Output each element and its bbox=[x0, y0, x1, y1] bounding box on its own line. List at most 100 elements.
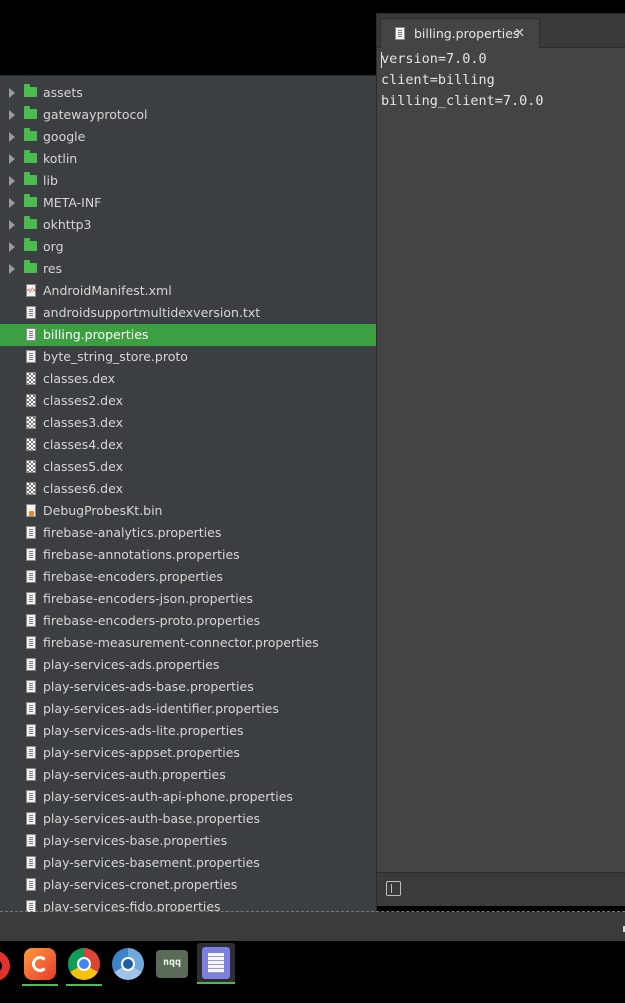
folder-icon bbox=[24, 106, 37, 119]
tree-file-row[interactable]: play-services-auth-api-phone.properties bbox=[0, 786, 376, 808]
tree-file-row[interactable]: AndroidManifest.xml bbox=[0, 280, 376, 302]
expand-arrow-icon[interactable] bbox=[9, 154, 15, 164]
tree-file-row[interactable]: play-services-auth.properties bbox=[0, 764, 376, 786]
tree-item-label: play-services-ads-lite.properties bbox=[43, 723, 244, 738]
folder-icon bbox=[24, 84, 37, 97]
tree-folder-row[interactable]: META-INF bbox=[0, 192, 376, 214]
file-tree-list: assets gatewayprotocol google kotlin lib META… bbox=[0, 82, 376, 912]
tree-item-label: firebase-encoders-proto.properties bbox=[43, 613, 261, 628]
tree-file-row[interactable]: play-services-basement.properties bbox=[0, 852, 376, 874]
tree-item-label: play-services-auth.properties bbox=[43, 767, 226, 782]
folder-icon bbox=[24, 150, 37, 163]
text-file-icon bbox=[26, 768, 36, 781]
tree-file-row[interactable]: play-services-ads-lite.properties bbox=[0, 720, 376, 742]
side-panel-toggle-icon[interactable] bbox=[386, 881, 401, 896]
tree-item-label: AndroidManifest.xml bbox=[43, 283, 172, 298]
chrome-icon[interactable] bbox=[66, 946, 102, 986]
code-line: version=7.0.0 bbox=[381, 51, 487, 67]
tree-file-row[interactable]: classes2.dex bbox=[0, 390, 376, 412]
tree-file-row[interactable]: firebase-encoders-proto.properties bbox=[0, 610, 376, 632]
tree-file-row[interactable]: play-services-fido.properties bbox=[0, 896, 376, 912]
tree-file-row[interactable]: play-services-cronet.properties bbox=[0, 874, 376, 896]
partial-app-icon[interactable] bbox=[0, 951, 10, 981]
tree-file-row[interactable]: firebase-measurement-connector.propertie… bbox=[0, 632, 376, 654]
folder-icon bbox=[24, 216, 37, 229]
tree-item-label: androidsupportmultidexversion.txt bbox=[43, 305, 261, 320]
tab-close-icon[interactable]: ✕ bbox=[514, 19, 525, 48]
tree-folder-row[interactable]: lib bbox=[0, 170, 376, 192]
folder-icon bbox=[24, 260, 37, 273]
tree-file-row[interactable]: play-services-ads-identifier.properties bbox=[0, 698, 376, 720]
tree-folder-row[interactable]: assets bbox=[0, 82, 376, 104]
expand-arrow-icon[interactable] bbox=[9, 198, 15, 208]
text-file-icon bbox=[26, 306, 36, 319]
tree-folder-row[interactable]: okhttp3 bbox=[0, 214, 376, 236]
expand-arrow-icon[interactable] bbox=[9, 132, 15, 142]
tree-file-row[interactable]: classes.dex bbox=[0, 368, 376, 390]
expand-arrow-icon[interactable] bbox=[9, 242, 15, 252]
tree-item-label: gatewayprotocol bbox=[43, 107, 148, 122]
tree-item-label: play-services-cronet.properties bbox=[43, 877, 238, 892]
tree-file-row[interactable]: play-services-appset.properties bbox=[0, 742, 376, 764]
expand-arrow-icon[interactable] bbox=[9, 220, 15, 230]
code-editor[interactable]: version=7.0.0 client=billing billing_cli… bbox=[381, 49, 625, 112]
tree-file-row[interactable]: billing.properties bbox=[0, 324, 376, 346]
expand-arrow-icon[interactable] bbox=[9, 88, 15, 98]
tab-billing-properties[interactable]: billing.properties ✕ bbox=[380, 18, 540, 48]
tree-file-row[interactable]: play-services-base.properties bbox=[0, 830, 376, 852]
tree-file-row[interactable]: firebase-encoders-json.properties bbox=[0, 588, 376, 610]
tree-item-label: classes4.dex bbox=[43, 437, 123, 452]
tree-folder-row[interactable]: google bbox=[0, 126, 376, 148]
firefox-icon[interactable] bbox=[22, 946, 58, 986]
notepadqq-icon[interactable]: nqq bbox=[154, 946, 190, 982]
tree-file-row[interactable]: byte_string_store.proto bbox=[0, 346, 376, 368]
dex-file-icon bbox=[26, 416, 36, 429]
expand-arrow-icon[interactable] bbox=[9, 110, 15, 120]
tree-item-label: lib bbox=[43, 173, 58, 188]
tree-folder-row[interactable]: kotlin bbox=[0, 148, 376, 170]
tree-file-row[interactable]: firebase-annotations.properties bbox=[0, 544, 376, 566]
tree-item-label: okhttp3 bbox=[43, 217, 92, 232]
tree-item-label: classes5.dex bbox=[43, 459, 123, 474]
dex-file-icon bbox=[26, 438, 36, 451]
text-editor-icon[interactable] bbox=[197, 943, 235, 984]
tree-file-row[interactable]: classes3.dex bbox=[0, 412, 376, 434]
expand-arrow-icon[interactable] bbox=[9, 264, 15, 274]
tree-file-row[interactable]: play-services-ads.properties bbox=[0, 654, 376, 676]
bottom-strip bbox=[0, 912, 625, 941]
tree-item-label: firebase-encoders.properties bbox=[43, 569, 223, 584]
tab-bar: billing.properties ✕ bbox=[377, 14, 625, 48]
tree-file-row[interactable]: classes6.dex bbox=[0, 478, 376, 500]
editor-status-bar bbox=[377, 872, 625, 906]
chrome-glyph-icon bbox=[68, 948, 100, 980]
tree-item-label: play-services-ads.properties bbox=[43, 657, 220, 672]
text-editor-glyph-icon bbox=[202, 947, 230, 979]
expand-arrow-icon[interactable] bbox=[9, 176, 15, 186]
tree-file-row[interactable]: play-services-auth-base.properties bbox=[0, 808, 376, 830]
text-file-icon bbox=[26, 350, 36, 363]
tree-item-label: play-services-auth-api-phone.properties bbox=[43, 789, 293, 804]
tree-folder-row[interactable]: res bbox=[0, 258, 376, 280]
tree-item-label: play-services-basement.properties bbox=[43, 855, 260, 870]
tab-label: billing.properties bbox=[414, 26, 520, 41]
chromium-icon[interactable] bbox=[110, 946, 146, 982]
tree-file-row[interactable]: classes4.dex bbox=[0, 434, 376, 456]
chromium-glyph-icon bbox=[112, 948, 144, 980]
tree-folder-row[interactable]: org bbox=[0, 236, 376, 258]
folder-icon bbox=[24, 194, 37, 207]
text-file-icon bbox=[26, 680, 36, 693]
tree-folder-row[interactable]: gatewayprotocol bbox=[0, 104, 376, 126]
tree-item-label: firebase-encoders-json.properties bbox=[43, 591, 253, 606]
text-file-icon bbox=[26, 746, 36, 759]
dex-file-icon bbox=[26, 372, 36, 385]
tree-file-row[interactable]: firebase-encoders.properties bbox=[0, 566, 376, 588]
tree-item-label: classes3.dex bbox=[43, 415, 123, 430]
tree-file-row[interactable]: DebugProbesKt.bin bbox=[0, 500, 376, 522]
tree-file-row[interactable]: play-services-ads-base.properties bbox=[0, 676, 376, 698]
tree-file-row[interactable]: classes5.dex bbox=[0, 456, 376, 478]
tree-file-row[interactable]: androidsupportmultidexversion.txt bbox=[0, 302, 376, 324]
tree-file-row[interactable]: firebase-analytics.properties bbox=[0, 522, 376, 544]
text-file-icon bbox=[26, 328, 36, 341]
properties-file-icon bbox=[395, 27, 405, 40]
dex-file-icon bbox=[26, 394, 36, 407]
